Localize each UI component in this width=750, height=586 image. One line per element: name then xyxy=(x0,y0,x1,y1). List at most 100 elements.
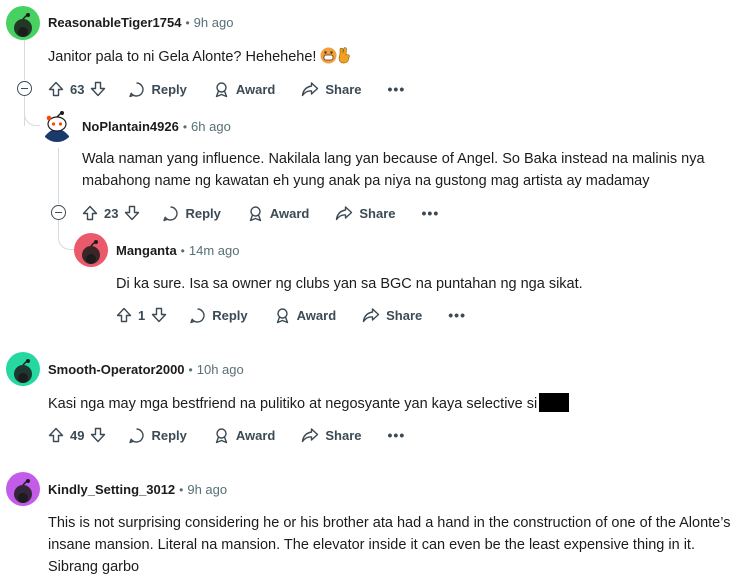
hand-emoji-icon xyxy=(337,47,351,71)
award-button[interactable]: Award xyxy=(213,427,276,444)
reply-icon xyxy=(163,205,179,221)
collapse-icon[interactable] xyxy=(17,81,32,96)
downvote-icon xyxy=(152,307,167,323)
reply-icon xyxy=(190,307,205,323)
award-icon xyxy=(276,307,288,323)
username[interactable]: Kindly_Setting_3012 xyxy=(48,482,175,497)
more-options-button[interactable]: ••• xyxy=(388,81,406,97)
reply-icon xyxy=(129,81,145,97)
award-label: Award xyxy=(235,81,276,97)
thread-line xyxy=(58,148,59,204)
username[interactable]: Smooth-Operator2000 xyxy=(48,362,185,377)
timestamp[interactable]: 9h ago xyxy=(187,482,227,497)
upvote-icon xyxy=(82,205,98,221)
vote-count: 23 xyxy=(104,205,119,221)
thread-connector xyxy=(24,96,40,126)
timestamp[interactable]: 9h ago xyxy=(194,15,234,30)
share-label: Share xyxy=(359,205,396,221)
comment-body: Janitor pala to ni Gela Alonte? Hehehehe… xyxy=(48,46,351,71)
avatar[interactable] xyxy=(6,472,40,506)
reply-button[interactable]: Reply xyxy=(128,81,187,98)
comment-text: Janitor pala to ni Gela Alonte? Hehehehe… xyxy=(48,49,317,65)
comment-text: Kasi nga may mga bestfriend na pulitiko … xyxy=(48,396,538,412)
comment-actions: 23 Reply Award Share ••• xyxy=(82,201,439,225)
avatar[interactable] xyxy=(40,108,74,142)
username[interactable]: Manganta xyxy=(116,243,177,258)
separator-dot: • xyxy=(179,482,184,497)
downvote-button[interactable] xyxy=(151,307,167,323)
award-button[interactable]: Award xyxy=(247,205,310,222)
comment-actions: 63 Reply Award Share ••• xyxy=(48,77,405,101)
separator-dot: • xyxy=(185,15,190,30)
vote-count: 1 xyxy=(138,307,146,323)
timestamp[interactable]: 6h ago xyxy=(191,119,231,134)
thread-line xyxy=(24,40,25,80)
reply-button[interactable]: Reply xyxy=(189,307,248,324)
share-label: Share xyxy=(325,81,362,97)
award-icon xyxy=(249,205,262,221)
more-options-button[interactable]: ••• xyxy=(422,205,440,221)
upvote-button[interactable] xyxy=(48,427,64,443)
reply-label: Reply xyxy=(185,205,221,221)
reply-label: Reply xyxy=(212,307,248,323)
upvote-button[interactable] xyxy=(116,307,132,323)
share-button[interactable]: Share xyxy=(335,205,396,222)
upvote-icon xyxy=(48,427,64,443)
username[interactable]: ReasonableTiger1754 xyxy=(48,15,181,30)
award-label: Award xyxy=(296,307,337,323)
separator-dot: • xyxy=(188,362,193,377)
collapse-icon[interactable] xyxy=(51,205,66,220)
share-label: Share xyxy=(325,427,362,443)
downvote-button[interactable] xyxy=(124,205,140,221)
upvote-icon xyxy=(48,81,64,97)
comment-body: This is not surprising considering he or… xyxy=(48,515,731,575)
username[interactable]: NoPlantain4926 xyxy=(82,119,179,134)
vote-count: 49 xyxy=(70,427,85,443)
share-icon xyxy=(362,307,380,322)
avatar[interactable] xyxy=(6,6,40,40)
downvote-button[interactable] xyxy=(90,81,106,97)
award-button[interactable]: Award xyxy=(274,307,337,324)
avatar[interactable] xyxy=(74,233,108,267)
reply-label: Reply xyxy=(151,427,187,443)
share-label: Share xyxy=(386,307,423,323)
award-button[interactable]: Award xyxy=(213,81,276,98)
comment-actions: 1 Reply Award Share ••• xyxy=(116,303,466,327)
more-options-button[interactable]: ••• xyxy=(388,427,406,443)
redacted-block xyxy=(539,393,570,412)
award-icon xyxy=(215,427,228,443)
thread-connector xyxy=(58,220,74,250)
share-button[interactable]: Share xyxy=(301,81,362,98)
reply-icon xyxy=(129,427,145,443)
share-button[interactable]: Share xyxy=(362,307,422,324)
comment-body: Wala naman yang influence. Nakilala lang… xyxy=(82,151,705,189)
timestamp[interactable]: 14m ago xyxy=(189,243,240,258)
grinning-emoji-icon xyxy=(320,47,337,71)
separator-dot: • xyxy=(182,119,188,134)
downvote-button[interactable] xyxy=(90,427,106,443)
award-label: Award xyxy=(235,427,276,443)
comment-actions: 49 Reply Award Share ••• xyxy=(48,423,405,447)
comment-body: Kasi nga may mga bestfriend na pulitiko … xyxy=(48,393,570,415)
share-button[interactable]: Share xyxy=(301,427,362,444)
award-label: Award xyxy=(269,205,310,221)
downvote-icon xyxy=(91,81,106,97)
avatar[interactable] xyxy=(6,352,40,386)
reply-button[interactable]: Reply xyxy=(162,205,221,222)
reply-label: Reply xyxy=(151,81,187,97)
more-options-button[interactable]: ••• xyxy=(448,307,466,323)
upvote-icon xyxy=(116,307,132,323)
downvote-icon xyxy=(125,205,140,221)
reply-button[interactable]: Reply xyxy=(128,427,187,444)
share-icon xyxy=(302,81,319,96)
upvote-button[interactable] xyxy=(48,81,64,97)
downvote-icon xyxy=(91,427,106,443)
vote-count: 63 xyxy=(70,81,85,97)
award-icon xyxy=(215,81,228,97)
comment-body: Di ka sure. Isa sa owner ng clubs yan sa… xyxy=(116,276,583,292)
share-icon xyxy=(302,427,319,442)
upvote-button[interactable] xyxy=(82,205,98,221)
timestamp[interactable]: 10h ago xyxy=(197,362,244,377)
share-icon xyxy=(336,205,353,220)
separator-dot: • xyxy=(180,243,185,258)
